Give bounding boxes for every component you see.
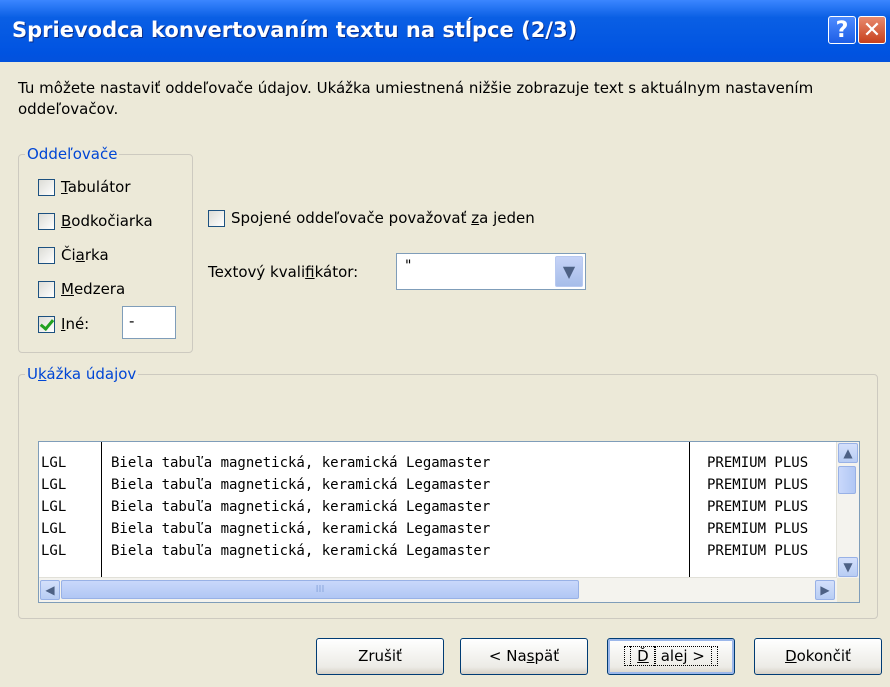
vertical-scroll-thumb[interactable]	[838, 466, 856, 494]
vertical-scrollbar[interactable]: ▲ ▼	[836, 442, 859, 578]
cell-col3: PREMIUM PLUS	[707, 477, 809, 493]
label-accel: a	[75, 246, 85, 264]
data-preview-legend: Ukážka údajov	[25, 365, 138, 383]
cell-col3: PREMIUM PLUS	[707, 455, 809, 471]
checkbox-space-box[interactable]	[38, 280, 55, 298]
label-pre: Spojené oddeľovače považovať	[231, 209, 472, 227]
checkbox-comma[interactable]: Čiarka	[38, 246, 109, 264]
scrollbar-corner	[837, 578, 859, 602]
intro-text: Tu môžete nastaviť oddeľovače údajov. Uk…	[18, 79, 814, 118]
cell-col1: LGL	[41, 477, 67, 493]
cell-col2: Biela tabuľa magnetická, keramická Legam…	[111, 543, 491, 559]
cell-col1: LGL	[41, 499, 67, 515]
label-rest: päť	[534, 647, 560, 665]
chevron-down-icon[interactable]: ▼	[555, 256, 583, 287]
cell-col3: PREMIUM PLUS	[707, 499, 809, 515]
checkbox-comma-label: Čiarka	[61, 246, 109, 264]
column-break	[689, 442, 690, 578]
text-qualifier-value: "	[405, 258, 412, 274]
label-accel: Ď	[630, 646, 656, 666]
label-accel: M	[61, 280, 74, 298]
cell-col2: Biela tabuľa magnetická, keramická Legam…	[111, 521, 491, 537]
cell-col1: LGL	[41, 521, 67, 537]
finish-button[interactable]: Dokončiť	[754, 638, 882, 675]
label-accel: f	[305, 263, 315, 281]
label-rest: né:	[65, 315, 90, 333]
scroll-left-icon[interactable]: ◀	[40, 580, 60, 600]
label-rest: ikátor:	[314, 263, 359, 281]
label-pre: Textový kvali	[208, 263, 306, 281]
checkbox-tab[interactable]: Tabulátor	[38, 178, 131, 196]
help-button[interactable]: ?	[828, 16, 856, 44]
label-rest: okončiť	[796, 647, 851, 665]
checkbox-space-label: Medzera	[61, 280, 125, 298]
scroll-right-icon[interactable]: ▶	[815, 580, 835, 600]
scroll-up-icon[interactable]: ▲	[838, 443, 858, 463]
other-delimiter-input[interactable]: -	[122, 306, 176, 339]
label-rest: edzera	[73, 280, 126, 298]
label-accel: B	[61, 212, 72, 230]
text-qualifier-label: Textový kvalifikátor:	[208, 263, 358, 281]
back-button[interactable]: < Naspäť	[460, 638, 588, 675]
label-rest: abulátor	[67, 178, 131, 196]
label-rest: alej >	[653, 646, 712, 666]
checkbox-other-label: Iné:	[61, 315, 89, 333]
checkbox-semicolon-box[interactable]	[38, 212, 55, 230]
checkbox-tab-box[interactable]	[38, 178, 55, 196]
horizontal-scroll-thumb[interactable]: III	[61, 580, 579, 599]
text-qualifier-select[interactable]: " ▼	[396, 253, 586, 290]
data-preview-box[interactable]: LGL Biela tabuľa magnetická, keramická Le…	[38, 441, 860, 603]
cell-col1: LGL	[41, 543, 67, 559]
label-rest: a jeden	[479, 209, 535, 227]
close-button[interactable]: ✕	[858, 16, 886, 44]
label-pre: U	[27, 365, 38, 383]
checkbox-other[interactable]: Iné:	[38, 315, 89, 333]
cell-col2: Biela tabuľa magnetická, keramická Legam…	[111, 477, 491, 493]
checkbox-consecutive-box[interactable]	[208, 209, 225, 227]
checkbox-space[interactable]: Medzera	[38, 280, 125, 298]
checkbox-tab-label: Tabulátor	[61, 178, 131, 196]
label-accel: z	[471, 209, 480, 227]
next-button-label: Ďalej >	[624, 646, 718, 666]
checkbox-semicolon-label: Bodkočiarka	[61, 212, 153, 230]
column-break	[101, 442, 102, 578]
label-rest: odkočiarka	[71, 212, 153, 230]
cancel-button[interactable]: Zrušiť	[316, 638, 444, 675]
cell-col2: Biela tabuľa magnetická, keramická Legam…	[111, 499, 491, 515]
label-accel: D	[785, 647, 797, 665]
horizontal-scrollbar[interactable]: ◀ III ▶	[39, 577, 837, 602]
cell-col3: PREMIUM PLUS	[707, 521, 809, 537]
label-accel: T	[61, 178, 68, 196]
scroll-down-icon[interactable]: ▼	[838, 557, 858, 577]
cell-col2: Biela tabuľa magnetická, keramická Legam…	[111, 455, 491, 471]
next-button[interactable]: Ďalej >	[607, 638, 735, 675]
checkbox-consecutive[interactable]: Spojené oddeľovače považovať za jeden	[208, 209, 535, 227]
cell-col1: LGL	[41, 455, 67, 471]
checkbox-semicolon[interactable]: Bodkočiarka	[38, 212, 153, 230]
label-rest: ážka údajov	[46, 365, 137, 383]
label-pre: < Na	[488, 647, 527, 665]
label-rest: rka	[84, 246, 109, 264]
checkbox-comma-box[interactable]	[38, 246, 55, 264]
checkbox-other-box[interactable]	[38, 315, 55, 333]
dialog-window: Sprievodca konvertovaním textu na stĺpce…	[0, 0, 890, 687]
label-pre: Či	[61, 246, 76, 264]
cell-col3: PREMIUM PLUS	[707, 543, 809, 559]
window-title: Sprievodca konvertovaním textu na stĺpce…	[12, 18, 578, 42]
checkbox-consecutive-label: Spojené oddeľovače považovať za jeden	[231, 209, 535, 227]
data-preview-grid: LGL Biela tabuľa magnetická, keramická Le…	[39, 442, 837, 578]
delimiters-legend: Oddeľovače	[27, 145, 118, 163]
